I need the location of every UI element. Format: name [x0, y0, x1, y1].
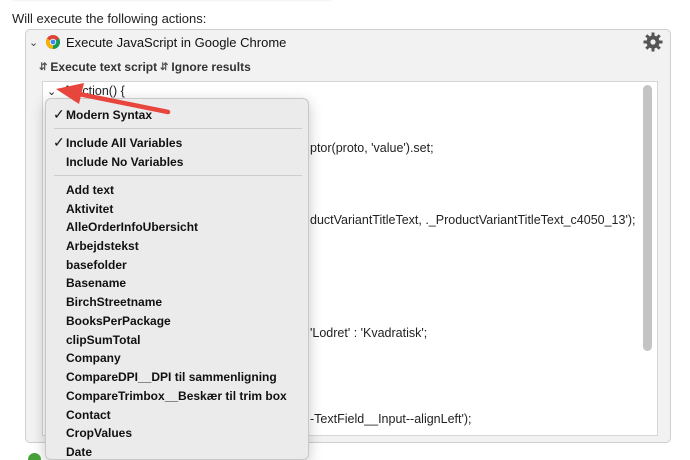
menu-item-variable[interactable]: Add text: [46, 180, 308, 199]
fold-chevron-icon[interactable]: ⌄: [47, 85, 56, 98]
menu-item-include-no-variables[interactable]: Include No Variables: [46, 152, 308, 171]
scroll-top-shadow: [12, 0, 332, 2]
gear-icon[interactable]: [642, 31, 664, 53]
actions-header: Will execute the following actions:: [12, 11, 207, 26]
code-line: ductVariantTitleText, ._ProductVariantTi…: [310, 213, 636, 227]
code-line: function() {: [65, 84, 125, 98]
menu-item-variable[interactable]: Arbejdstekst: [46, 236, 308, 255]
menu-item-variable[interactable]: basefolder: [46, 255, 308, 274]
results-mode-popup[interactable]: ⇵ Ignore results: [160, 60, 251, 74]
options-popup-menu: ✓ Modern Syntax ✓ Include All Variables …: [45, 98, 309, 460]
menu-separator: [54, 175, 302, 176]
execute-mode-label: Execute text script: [50, 60, 158, 74]
results-mode-label: Ignore results: [171, 60, 251, 74]
menu-item-variable[interactable]: BirchStreetname: [46, 292, 308, 311]
menu-item-variable[interactable]: Aktivitet: [46, 199, 308, 218]
menu-item-include-all-variables[interactable]: ✓ Include All Variables: [46, 133, 308, 152]
checkmark-icon: ✓: [53, 106, 65, 122]
menu-item-variable[interactable]: Basename: [46, 273, 308, 292]
code-line: ptor(proto, 'value').set;: [310, 141, 434, 155]
menu-item-variable[interactable]: AlleOrderInfoUbersicht: [46, 217, 308, 236]
editor-scrollbar[interactable]: [643, 85, 652, 351]
chrome-icon: [46, 35, 60, 49]
menu-item-variable[interactable]: CompareTrimbox__Beskær til trim box: [46, 386, 308, 405]
menu-item-variable[interactable]: BooksPerPackage: [46, 311, 308, 330]
code-line: -TextField__Input--alignLeft');: [310, 412, 472, 426]
menu-item-variable[interactable]: Company: [46, 348, 308, 367]
menu-separator: [54, 128, 302, 129]
menu-item-variable[interactable]: Contact: [46, 405, 308, 424]
updown-chevron-icon: ⇵: [39, 61, 48, 73]
menu-item-modern-syntax[interactable]: ✓ Modern Syntax: [46, 105, 308, 124]
checkmark-icon: ✓: [53, 134, 65, 150]
execute-mode-popup[interactable]: ⇵ Execute text script: [39, 60, 157, 74]
menu-item-variable[interactable]: CropValues: [46, 423, 308, 442]
collapse-chevron-icon[interactable]: ⌄: [29, 36, 38, 49]
code-line: 'Lodret' : 'Kvadratisk';: [310, 326, 428, 340]
add-action-icon[interactable]: [28, 453, 41, 460]
updown-chevron-icon: ⇵: [160, 61, 169, 73]
menu-item-variable[interactable]: CompareDPI__DPI til sammenligning: [46, 367, 308, 386]
action-title: Execute JavaScript in Google Chrome: [66, 35, 287, 50]
menu-item-variable[interactable]: clipSumTotal: [46, 330, 308, 349]
menu-item-variable[interactable]: Date: [46, 442, 308, 459]
